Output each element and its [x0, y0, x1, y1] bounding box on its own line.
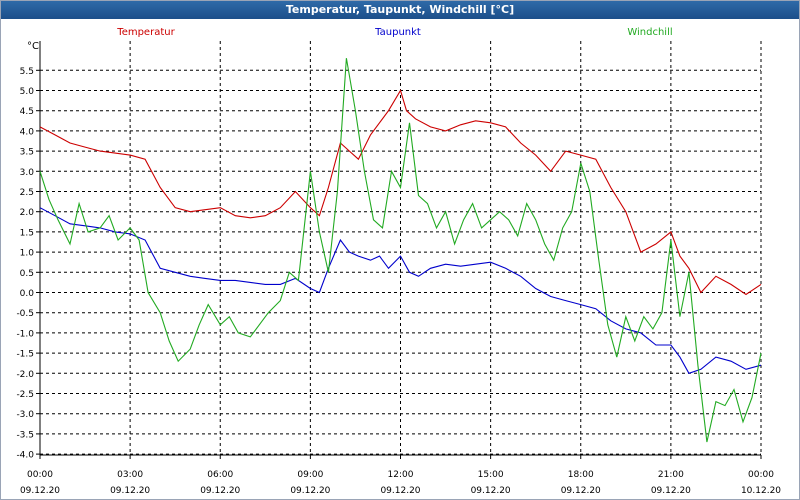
- y-axis-unit: °C: [27, 41, 39, 52]
- x-tick-time-label: 06:00: [207, 470, 233, 480]
- y-tick-label: -1.5: [16, 350, 34, 360]
- x-tick-date-label: 09.12.20: [651, 486, 691, 496]
- grid-lines: [40, 41, 762, 455]
- legend-entry-temperatur: Temperatur: [116, 27, 175, 38]
- legend: Temperatur Taupunkt Windchill: [116, 27, 672, 38]
- x-tick-time-label: 00:00: [748, 470, 774, 480]
- chart-window: Temperatur, Taupunkt, Windchill [°C] -4.…: [0, 0, 800, 500]
- x-tick-time-label: 21:00: [658, 470, 684, 480]
- y-tick-label: -3.5: [16, 430, 34, 440]
- legend-entry-taupunkt: Taupunkt: [374, 27, 421, 38]
- y-tick-label: 5.0: [20, 87, 35, 97]
- x-tick-time-label: 03:00: [117, 470, 143, 480]
- x-tick-time-label: 09:00: [297, 470, 323, 480]
- x-axis-ticks: 00:00 09.12.20 03:00 09.12.20 06:00 09.12.20 0…: [20, 455, 781, 496]
- y-tick-label: 5.5: [20, 67, 34, 77]
- y-tick-label: 0.5: [20, 269, 34, 279]
- x-tick-time-label: 00:00: [27, 470, 53, 480]
- x-tick-date-label: 09.12.20: [110, 486, 150, 496]
- chart-title: Temperatur, Taupunkt, Windchill [°C]: [1, 1, 799, 19]
- x-tick-date-label: 09.12.20: [561, 486, 601, 496]
- x-tick-date-label: 10.12.20: [741, 486, 781, 496]
- legend-entry-windchill: Windchill: [627, 27, 672, 38]
- x-tick-time-label: 12:00: [388, 470, 414, 480]
- y-tick-label: -0.5: [16, 309, 34, 319]
- y-tick-label: 0.0: [20, 289, 35, 299]
- x-tick-date-label: 09.12.20: [20, 486, 60, 496]
- x-tick-date-label: 09.12.20: [380, 486, 420, 496]
- x-tick-date-label: 09.12.20: [200, 486, 240, 496]
- y-tick-label: -2.0: [16, 370, 34, 380]
- y-tick-label: -2.5: [16, 390, 34, 400]
- x-tick-date-label: 09.12.20: [290, 486, 330, 496]
- y-tick-label: -4.0: [16, 451, 34, 461]
- y-tick-label: -1.0: [16, 329, 34, 339]
- x-tick-time-label: 18:00: [568, 470, 594, 480]
- y-tick-label: 1.0: [20, 249, 35, 259]
- y-tick-label: 4.0: [20, 127, 35, 137]
- y-tick-label: 4.5: [20, 107, 34, 117]
- y-tick-label: 1.5: [20, 228, 34, 238]
- y-tick-label: -3.0: [16, 410, 34, 420]
- y-axis-ticks: -4.0 -3.5 -3.0 -2.5 -2.0 -1.5 -1.0 -0.5 0.0 0.5 1.…: [16, 67, 40, 461]
- x-tick-date-label: 09.12.20: [471, 486, 511, 496]
- y-tick-label: 3.5: [20, 148, 34, 158]
- y-tick-label: 2.5: [20, 188, 34, 198]
- x-tick-time-label: 15:00: [478, 470, 504, 480]
- y-tick-label: 3.0: [20, 168, 35, 178]
- y-tick-label: 2.0: [20, 208, 35, 218]
- chart-canvas: -4.0 -3.5 -3.0 -2.5 -2.0 -1.5 -1.0 -0.5 0.0 0.5 1.…: [16, 27, 781, 496]
